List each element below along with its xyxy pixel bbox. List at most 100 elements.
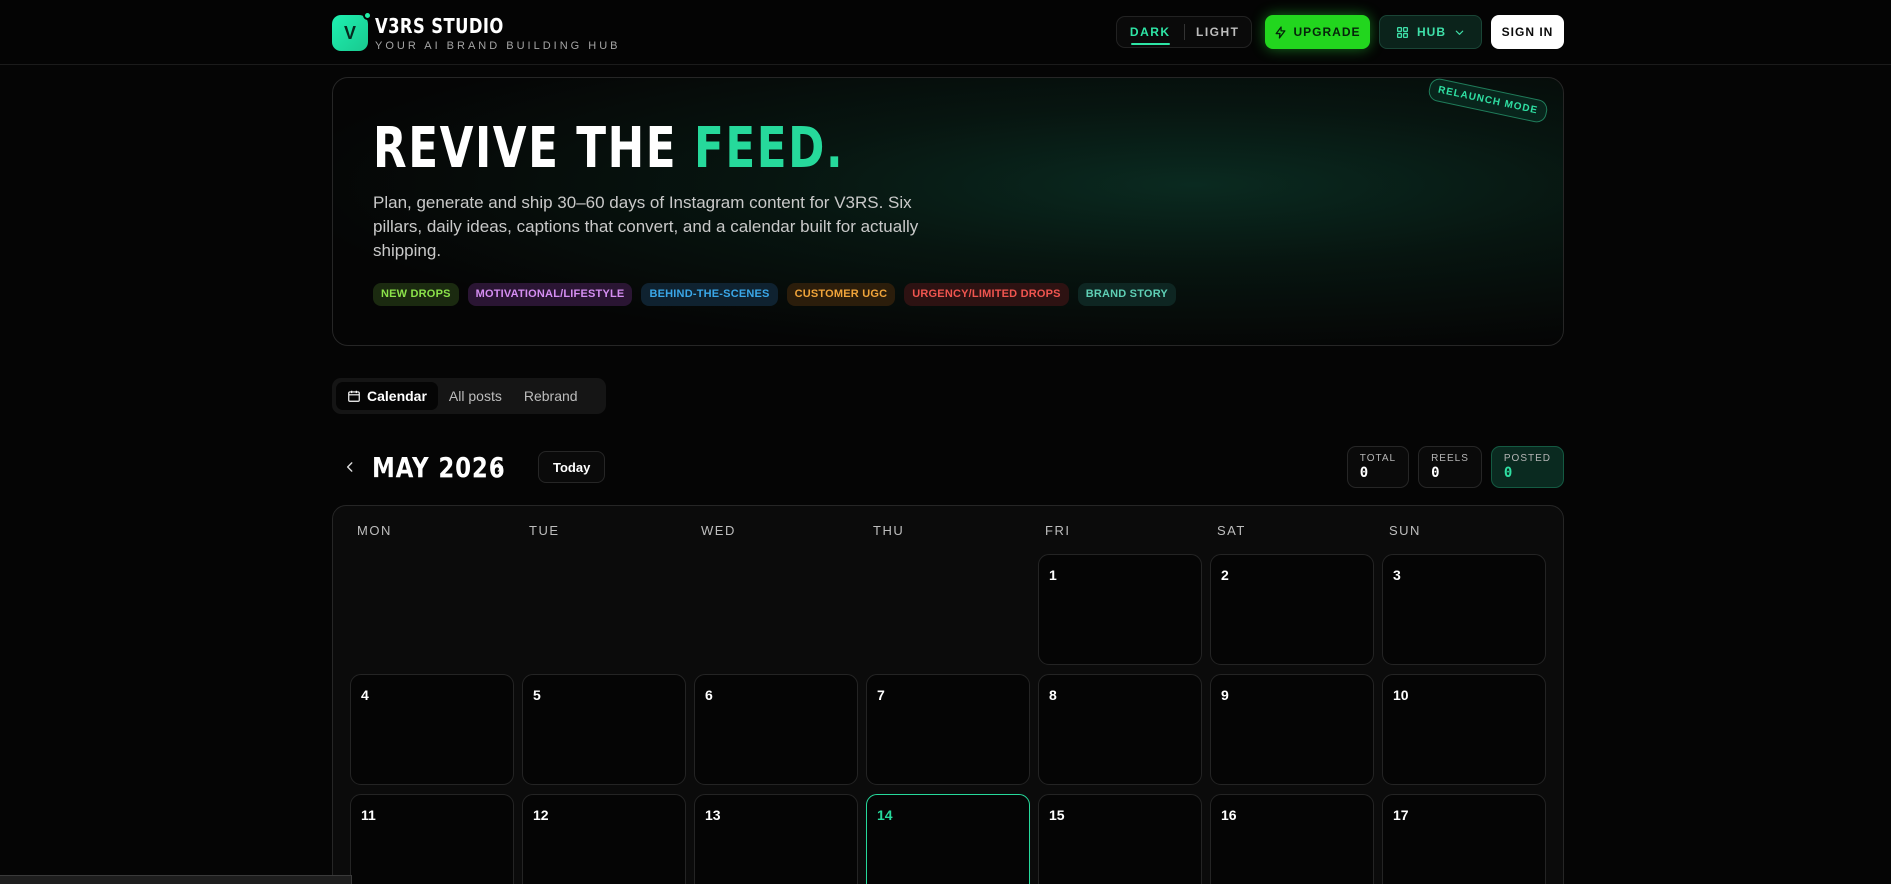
- brand-text: V3RS STUDIO YOUR AI BRAND BUILDING HUB: [375, 14, 620, 52]
- hero-card: REVIVE THE FEED. Plan, generate and ship…: [332, 77, 1564, 346]
- tab-all-posts[interactable]: All posts: [438, 382, 513, 410]
- chevron-left-icon: [346, 462, 353, 472]
- day-number: 7: [877, 687, 885, 703]
- weekday-label: WED: [701, 522, 736, 538]
- day-number: 13: [705, 807, 721, 823]
- relaunch-mode-badge: RELAUNCH MODE: [1426, 78, 1549, 125]
- today-button[interactable]: Today: [538, 451, 606, 483]
- prev-month-button[interactable]: [332, 449, 368, 485]
- hero-description: Plan, generate and ship 30–60 days of In…: [373, 193, 919, 260]
- day-number: 17: [1393, 807, 1409, 823]
- stat-total: TOTAL 0: [1346, 446, 1410, 488]
- logo-status-dot: [363, 11, 372, 20]
- theme-light-option[interactable]: LIGHT: [1185, 17, 1252, 47]
- theme-dark-option[interactable]: DARK: [1117, 17, 1184, 47]
- weekday-label: SAT: [1217, 522, 1246, 538]
- weekday-label: MON: [357, 522, 392, 538]
- day-number: 14: [877, 807, 893, 823]
- day-cell[interactable]: 5: [522, 674, 686, 785]
- hero-title-accent: FEED.: [693, 116, 845, 181]
- day-cell[interactable]: 13: [694, 794, 858, 884]
- day-number: 12: [533, 807, 549, 823]
- stat-label: REELS: [1431, 453, 1469, 464]
- day-number: 2: [1221, 567, 1229, 583]
- hero-title: REVIVE THE FEED.: [373, 116, 844, 181]
- day-cell[interactable]: 2: [1210, 554, 1374, 665]
- stat-value: 0: [1431, 465, 1440, 481]
- empty-day-cell: [866, 554, 1030, 665]
- day-cell[interactable]: 8: [1038, 674, 1202, 785]
- day-cell-today[interactable]: 14: [866, 794, 1030, 884]
- tab-label: Rebrand: [523, 388, 578, 404]
- pillar-tag[interactable]: NEW DROPS: [373, 283, 459, 306]
- upgrade-label: UPGRADE: [1293, 25, 1361, 39]
- day-number: 9: [1221, 687, 1229, 703]
- tab-rebrand[interactable]: Rebrand: [513, 382, 589, 410]
- pillar-tag[interactable]: CUSTOMER UGC: [786, 283, 896, 306]
- pillar-tag[interactable]: URGENCY/LIMITED DROPS: [904, 283, 1069, 306]
- hub-label: HUB: [1417, 25, 1446, 39]
- stat-label: TOTAL: [1359, 453, 1397, 464]
- brand-tagline: YOUR AI BRAND BUILDING HUB: [375, 40, 621, 52]
- day-cell[interactable]: 9: [1210, 674, 1374, 785]
- month-nav: MAY 2026 Today: [332, 448, 606, 486]
- tab-calendar[interactable]: Calendar: [336, 382, 438, 410]
- day-cell[interactable]: 1: [1038, 554, 1202, 665]
- post-stats: TOTAL 0 REELS 0 POSTED 0: [1346, 446, 1564, 488]
- calendar-grid: MON TUE WED THU FRI SAT SUN 1 2 3 4 5 6 7 8 9 10 11 12 13 1…: [332, 505, 1564, 884]
- empty-day-cell: [522, 554, 686, 665]
- hero-title-main: REVIVE THE: [373, 116, 694, 181]
- day-cell[interactable]: 10: [1382, 674, 1546, 785]
- day-cell[interactable]: 4: [350, 674, 514, 785]
- day-number: 1: [1049, 567, 1057, 583]
- day-cell[interactable]: 17: [1382, 794, 1546, 884]
- day-cell[interactable]: 16: [1210, 794, 1374, 884]
- day-number: 4: [361, 687, 369, 703]
- brand[interactable]: V V3RS STUDIO YOUR AI BRAND BUILDING HUB: [332, 11, 620, 52]
- browser-status-bar: [0, 875, 352, 884]
- day-cell[interactable]: 3: [1382, 554, 1546, 665]
- day-number: 8: [1049, 687, 1057, 703]
- upgrade-button[interactable]: UPGRADE: [1265, 15, 1370, 49]
- brand-logo: V: [332, 11, 372, 51]
- empty-day-cell: [694, 554, 858, 665]
- stat-label: POSTED: [1503, 453, 1551, 464]
- weekday-label: SUN: [1389, 522, 1421, 538]
- calendar-weeks: 1 2 3 4 5 6 7 8 9 10 11 12 13 14 15 16 17: [350, 554, 1546, 884]
- hub-menu-button[interactable]: HUB: [1379, 15, 1482, 49]
- day-number: 16: [1221, 807, 1237, 823]
- pillar-tag[interactable]: BEHIND-THE-SCENES: [641, 283, 778, 306]
- lightning-icon: [1276, 25, 1286, 39]
- day-number: 3: [1393, 567, 1401, 583]
- day-cell[interactable]: 6: [694, 674, 858, 785]
- day-cell[interactable]: 11: [350, 794, 514, 884]
- day-number: 5: [533, 687, 541, 703]
- day-number: 15: [1049, 807, 1065, 823]
- empty-day-cell: [350, 554, 514, 665]
- stat-reels: REELS 0: [1418, 446, 1482, 488]
- weekday-header-row: MON TUE WED THU FRI SAT SUN: [350, 506, 1546, 554]
- day-number: 10: [1393, 687, 1409, 703]
- theme-toggle: DARK LIGHT: [1116, 16, 1252, 48]
- sign-in-button[interactable]: SIGN IN: [1491, 15, 1564, 49]
- tab-label: Calendar: [367, 388, 427, 404]
- stat-value: 0: [1503, 465, 1513, 481]
- day-number: 6: [705, 687, 713, 703]
- stat-posted: POSTED 0: [1490, 446, 1564, 488]
- top-nav-bar: V V3RS STUDIO YOUR AI BRAND BUILDING HUB…: [0, 0, 1891, 65]
- view-tabs: Calendar All posts Rebrand: [332, 378, 606, 414]
- grid-icon: [1396, 26, 1409, 38]
- weekday-label: TUE: [529, 522, 560, 538]
- weekday-label: THU: [873, 522, 905, 538]
- weekday-label: FRI: [1045, 522, 1071, 538]
- day-cell[interactable]: 7: [866, 674, 1030, 785]
- day-cell[interactable]: 15: [1038, 794, 1202, 884]
- content-pillars: NEW DROPS MOTIVATIONAL/LIFESTYLE BEHIND-TH…: [373, 283, 1176, 306]
- pillar-tag[interactable]: BRAND STORY: [1077, 283, 1176, 306]
- brand-name: V3RS STUDIO: [375, 14, 504, 38]
- day-cell[interactable]: 12: [522, 794, 686, 884]
- tab-label: All posts: [448, 388, 502, 404]
- stat-value: 0: [1359, 465, 1369, 481]
- pillar-tag[interactable]: MOTIVATIONAL/LIFESTYLE: [467, 283, 633, 306]
- day-number: 11: [361, 807, 376, 823]
